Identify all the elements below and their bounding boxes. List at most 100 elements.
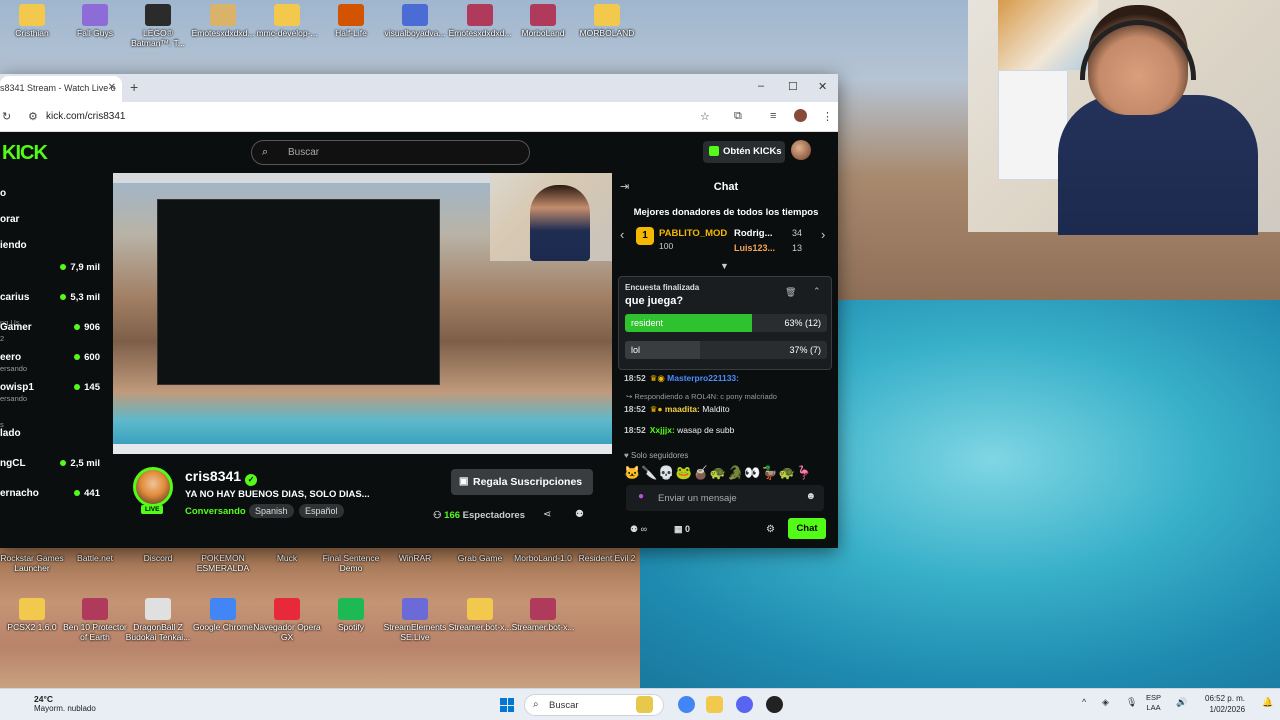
message-user[interactable]: maadita: [665, 404, 700, 414]
stream-category[interactable]: Conversando [185, 506, 246, 517]
taskbar-app-explorer[interactable] [706, 696, 723, 713]
sidebar-channel[interactable]: eero ersando 600 [0, 352, 110, 376]
tag-espanol[interactable]: Español [299, 504, 344, 518]
desktop-icon[interactable]: DragonBall Z Budokai Tenkai... [123, 598, 193, 642]
desktop-icon[interactable]: Half-Life [316, 4, 386, 38]
desktop-icon[interactable]: Final Sentence Demo [316, 551, 386, 573]
chat-send-button[interactable]: Chat [788, 518, 826, 539]
chevron-down-icon[interactable]: ▼ [720, 261, 729, 271]
minimize-button[interactable]: – [758, 80, 764, 92]
desktop-icon[interactable]: Rockstar Games Launcher [0, 551, 67, 573]
desktop-icon[interactable]: Grab Game [445, 551, 515, 563]
collapse-chat-icon[interactable]: ⇥ [620, 180, 629, 193]
refresh-icon[interactable]: ↻ [2, 110, 11, 123]
sidebar-channel[interactable]: lado [0, 428, 110, 452]
video-player[interactable] [113, 173, 612, 454]
chevron-left-icon[interactable]: ‹ [620, 227, 624, 242]
gift-subs-button[interactable]: ▣ Regala Suscripciones [451, 469, 593, 495]
emote-bar[interactable]: 🐱🔪💀🐸🧉🐢🐊👀🦆🐢🦩 [624, 465, 813, 481]
follow-icon[interactable]: ⚉ [575, 509, 584, 520]
desktop-icon[interactable]: LEGO® Batman™: T... [123, 4, 193, 48]
emoji-icon[interactable]: ☻ [805, 491, 816, 502]
window-close-button[interactable]: ✕ [818, 80, 827, 93]
desktop-icon[interactable]: POKEMON ESMERALDA [188, 551, 258, 573]
volume-icon[interactable]: 🔊 [1176, 697, 1187, 708]
start-button[interactable] [500, 698, 514, 712]
desktop-icon[interactable]: Navegador Opera GX [252, 598, 322, 642]
new-tab-button[interactable]: + [130, 79, 138, 95]
desktop-icon[interactable]: Spotify [316, 598, 386, 632]
sidebar-nav-item[interactable]: iendo [0, 240, 27, 251]
desktop-icon[interactable]: Streamer.bot-x... [445, 598, 515, 632]
taskbar-app-discord[interactable] [736, 696, 753, 713]
url-field[interactable]: kick.com/cris8341 [46, 111, 125, 122]
poll-option[interactable]: resident 63% (12) [625, 314, 827, 332]
mic-tray-icon[interactable]: 🎙 [1126, 697, 1137, 708]
desktop-icon[interactable]: WinRAR [380, 551, 450, 563]
desktop-icon[interactable]: Discord [123, 551, 193, 563]
maximize-button[interactable]: ☐ [788, 80, 798, 93]
desktop-icon[interactable]: Fall Guys [60, 4, 130, 38]
desktop-icon[interactable]: Battle.net [60, 551, 130, 563]
desktop-icon[interactable]: PCSX2 1.6.0 [0, 598, 67, 632]
channel-name[interactable]: cris8341 [185, 468, 241, 484]
desktop-icon[interactable]: Streamer.bot-x... [508, 598, 578, 632]
share-icon[interactable]: ⋖ [543, 509, 551, 520]
mic-icon[interactable]: ● [638, 491, 644, 502]
get-kicks-button[interactable]: Obtén KICKs [703, 141, 785, 163]
media-icon[interactable]: ≡ [770, 110, 776, 122]
sidebar-nav-item[interactable]: orar [0, 214, 19, 225]
sidebar-channel[interactable]: ngCL 2,5 mil [0, 458, 110, 482]
sidebar-channel[interactable]: carius 5,3 mil [0, 292, 110, 316]
desktop-icon[interactable]: MORBOLAND [572, 4, 642, 38]
sidebar-channel[interactable]: owisp1 ersando 145 [0, 382, 110, 406]
clock[interactable]: 06:52 p. m. 1/02/2026 [1205, 693, 1245, 715]
kick-logo[interactable]: KICK [2, 142, 48, 165]
user-avatar[interactable] [791, 140, 811, 160]
tag-spanish[interactable]: Spanish [249, 504, 294, 518]
desktop-icon[interactable]: MorboLand-1.0 [508, 551, 578, 563]
close-icon[interactable]: ✕ [108, 82, 116, 93]
desktop-icon[interactable]: Google Chrome [188, 598, 258, 632]
profile-avatar[interactable] [794, 109, 807, 122]
site-info-icon[interactable]: ⚙ [28, 110, 38, 123]
menu-kebab-icon[interactable]: ⋮ [822, 110, 833, 123]
desktop-icon[interactable]: Muck [252, 551, 322, 563]
channel-points[interactable]: ⚉ ∞ [630, 524, 647, 535]
trash-icon[interactable]: 🗑 [785, 287, 796, 298]
donor-name[interactable]: Luis123... [734, 243, 775, 253]
language-indicator[interactable]: ESP LAA [1146, 693, 1161, 713]
chevron-right-icon[interactable]: › [821, 227, 825, 242]
chevron-up-icon[interactable]: ^ [1082, 697, 1086, 707]
chat-message-input[interactable]: ● Enviar un mensaje ☻ [626, 485, 824, 511]
weather-widget[interactable]: 24°C Mayorm. nublado [10, 694, 96, 713]
browser-tab[interactable]: s8341 Stream - Watch Live o ✕ [0, 76, 122, 102]
desktop-icon[interactable]: MorboLand [508, 4, 578, 38]
desktop-icon[interactable]: Resident Evil 2 [572, 551, 642, 563]
desktop-icon[interactable]: StreamElements SE.Live [380, 598, 450, 642]
extensions-icon[interactable]: ⧉ [734, 110, 742, 123]
search-input[interactable]: ⌕ Buscar [251, 140, 530, 165]
sidebar-channel[interactable]: ernacho 441 [0, 488, 110, 512]
network-tray-icon[interactable]: ◈ [1102, 697, 1109, 708]
sidebar-nav-item[interactable]: o [0, 188, 6, 199]
sidebar-channel[interactable]: Gamer 2 906 [0, 322, 110, 346]
notifications-icon[interactable]: 🔔 [1262, 697, 1273, 708]
taskbar-app-chrome[interactable] [678, 696, 695, 713]
desktop-icon[interactable]: Cristhian [0, 4, 67, 38]
poll-option[interactable]: lol 37% (7) [625, 341, 827, 359]
taskbar-app-widgets[interactable] [636, 696, 653, 713]
message-user[interactable]: Xxjjjx: [650, 425, 675, 435]
gear-icon[interactable]: ⚙ [766, 524, 775, 535]
message-user[interactable]: Masterpro221133: [667, 373, 739, 383]
donor-name[interactable]: Rodrig... [734, 228, 773, 239]
desktop-icon[interactable]: Ben 10 Protector of Earth [60, 598, 130, 642]
drops-counter[interactable]: ▦ 0 [674, 524, 690, 535]
bookmark-star-icon[interactable]: ☆ [700, 110, 710, 123]
desktop-icon[interactable]: Emotesxdxdxd... [445, 4, 515, 38]
desktop-icon[interactable]: visualboyadva... [380, 4, 450, 38]
desktop-icon[interactable]: Emotesxdxdxd... [188, 4, 258, 38]
chevron-up-icon[interactable]: ⌃ [813, 286, 821, 297]
channel-avatar[interactable] [133, 467, 173, 507]
taskbar-app-obs[interactable] [766, 696, 783, 713]
